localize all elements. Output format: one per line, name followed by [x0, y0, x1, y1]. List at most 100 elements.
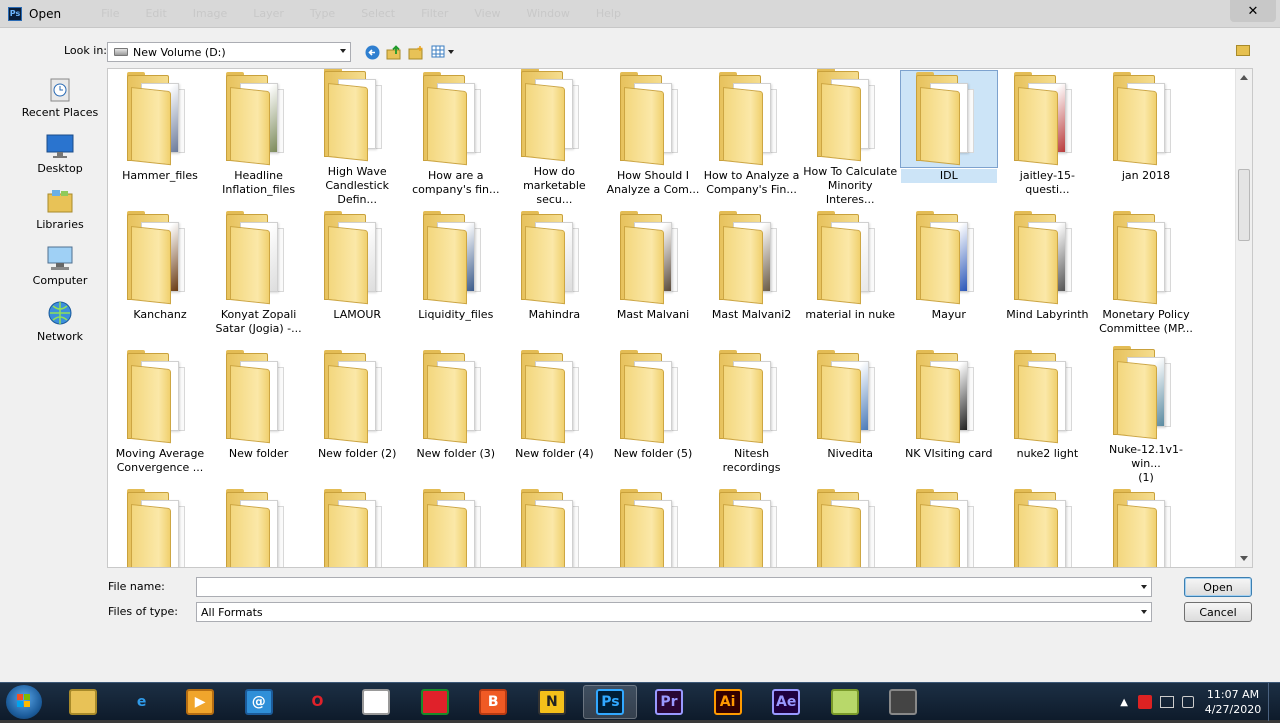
- taskbar-after-effects-button[interactable]: Ae: [759, 685, 813, 719]
- cancel-button[interactable]: Cancel: [1184, 602, 1252, 622]
- folder-item[interactable]: IDL: [899, 70, 998, 201]
- taskbar-media-player-button[interactable]: ▶: [173, 685, 227, 719]
- clock[interactable]: 11:07 AM 4/27/2020: [1202, 687, 1264, 717]
- folder-item[interactable]: Mahindra: [506, 210, 602, 340]
- folder-item[interactable]: [1098, 488, 1194, 567]
- folder-item[interactable]: [999, 488, 1095, 567]
- folder-item[interactable]: nuke2 light: [999, 349, 1095, 479]
- chevron-down-icon[interactable]: [1141, 585, 1147, 589]
- taskbar-explorer-button[interactable]: [56, 685, 110, 719]
- folder-item[interactable]: New folder (3): [408, 349, 504, 479]
- close-button[interactable]: ✕: [1230, 0, 1276, 22]
- folder-item[interactable]: New folder: [211, 349, 307, 479]
- folder-item[interactable]: [309, 488, 405, 567]
- folder-item[interactable]: Liquidity_files: [408, 210, 504, 340]
- taskbar-notepad-button[interactable]: [349, 685, 403, 719]
- file-name-input[interactable]: [196, 577, 1152, 597]
- scrollbar-thumb[interactable]: [1238, 169, 1250, 241]
- folder-item[interactable]: Kanchanz: [112, 210, 208, 340]
- folder-item[interactable]: How To Calculate Minority Interes...: [802, 69, 898, 206]
- chevron-down-icon[interactable]: [1141, 610, 1147, 614]
- vertical-scrollbar[interactable]: [1235, 69, 1252, 567]
- premiere-icon: Pr: [655, 689, 683, 715]
- scroll-up-icon[interactable]: [1240, 75, 1248, 80]
- new-folder-button[interactable]: [408, 44, 424, 60]
- folder-item[interactable]: LAMOUR: [309, 210, 405, 340]
- folder-item[interactable]: Nuke-12.1v1-win... (1): [1098, 346, 1194, 484]
- folder-item[interactable]: Konyat Zopali Satar (Jogia) -...: [211, 210, 307, 340]
- folder-item[interactable]: New folder (4): [506, 349, 602, 479]
- folder-item[interactable]: New folder (2): [309, 349, 405, 479]
- look-in-dropdown[interactable]: New Volume (D:): [107, 42, 351, 62]
- start-button[interactable]: [6, 685, 42, 719]
- tray-expand-icon[interactable]: ▲: [1120, 697, 1128, 708]
- files-of-type-dropdown[interactable]: All Formats: [196, 602, 1152, 622]
- folder-item[interactable]: Mayur: [901, 210, 997, 340]
- place-desktop[interactable]: Desktop: [14, 128, 106, 184]
- network-tray-icon[interactable]: [1160, 696, 1174, 708]
- folder-item[interactable]: Headline Inflation_files: [211, 71, 307, 201]
- folder-item[interactable]: High Wave Candlestick Defin...: [309, 69, 405, 206]
- taskbar-premiere-button[interactable]: Pr: [642, 685, 696, 719]
- taskbar-mail-button[interactable]: @: [232, 685, 286, 719]
- file-list[interactable]: Hammer_files Headline Inflation_files High …: [107, 68, 1253, 568]
- taskbar-chrome-button[interactable]: [408, 685, 462, 719]
- folder-item[interactable]: [901, 488, 997, 567]
- folder-item[interactable]: New folder (5): [605, 349, 701, 479]
- folder-icon: [915, 72, 982, 166]
- folder-item[interactable]: How Should I Analyze a Com...: [605, 71, 701, 201]
- folder-item[interactable]: Mind Labyrinth: [999, 210, 1095, 340]
- folder-item[interactable]: [605, 488, 701, 567]
- folder-item[interactable]: [704, 488, 800, 567]
- taskbar-brave-button[interactable]: B: [466, 685, 520, 719]
- folder-item[interactable]: [802, 488, 898, 567]
- taskbar-photoshop-button[interactable]: Ps: [583, 685, 638, 719]
- taskbar-opera-button[interactable]: O: [290, 685, 344, 719]
- folder-item[interactable]: How are a company's fin...: [408, 71, 504, 201]
- folder-item[interactable]: jaitley-15-questi...: [999, 71, 1095, 201]
- folder-item[interactable]: [408, 488, 504, 567]
- folder-thumbnail: [211, 71, 307, 167]
- taskbar-nuke-button[interactable]: N: [525, 685, 579, 719]
- place-recent-places[interactable]: Recent Places: [14, 72, 106, 128]
- folder-thumbnail: [605, 210, 701, 306]
- show-desktop-button[interactable]: [1268, 683, 1280, 721]
- folder-item[interactable]: NK VIsiting card: [901, 349, 997, 479]
- folder-item[interactable]: Monetary Policy Committee (MP...: [1098, 210, 1194, 340]
- taskbar-tool-button[interactable]: [876, 685, 930, 719]
- taskbar-internet-explorer-button[interactable]: e: [115, 685, 169, 719]
- folder-item[interactable]: [506, 488, 602, 567]
- folder-item[interactable]: Nivedita: [802, 349, 898, 479]
- back-button[interactable]: [364, 44, 380, 60]
- folder-item[interactable]: Mast Malvani: [605, 210, 701, 340]
- tray-adobe-icon[interactable]: [1138, 695, 1152, 709]
- folder-icon: [620, 72, 686, 166]
- volume-icon[interactable]: [1182, 696, 1194, 708]
- folder-icon[interactable]: [1236, 45, 1250, 56]
- scroll-down-icon[interactable]: [1240, 556, 1248, 561]
- folder-icon: [127, 211, 193, 305]
- folder-item[interactable]: [112, 488, 208, 567]
- place-libraries[interactable]: Libraries: [14, 184, 106, 240]
- folder-item[interactable]: Mast Malvani2: [704, 210, 800, 340]
- title-bar[interactable]: Ps Open File Edit Image Layer Type Select Filt…: [0, 0, 1280, 28]
- folder-thumbnail: [211, 488, 307, 567]
- place-computer[interactable]: Computer: [14, 240, 106, 296]
- taskbar-notes-button[interactable]: [818, 685, 872, 719]
- folder-item[interactable]: How to Analyze a Company's Fin...: [704, 71, 800, 201]
- folder-item[interactable]: [211, 488, 307, 567]
- place-network[interactable]: Network: [14, 296, 106, 352]
- folder-item[interactable]: jan 2018: [1098, 71, 1194, 201]
- folder-item[interactable]: Moving Average Convergence ...: [112, 349, 208, 479]
- folder-thumbnail: [1098, 488, 1194, 567]
- up-folder-button[interactable]: [386, 44, 402, 60]
- folder-item[interactable]: Nitesh recordings: [704, 349, 800, 479]
- open-button[interactable]: Open: [1184, 577, 1252, 597]
- taskbar-illustrator-button[interactable]: Ai: [701, 685, 755, 719]
- folder-item[interactable]: material in nuke: [802, 210, 898, 340]
- folder-item[interactable]: How do marketable secu...: [506, 69, 602, 206]
- chevron-down-icon[interactable]: [340, 49, 346, 53]
- folder-item[interactable]: Hammer_files: [112, 71, 208, 201]
- folder-thumbnail: [1098, 346, 1194, 441]
- view-menu-button[interactable]: [430, 44, 456, 60]
